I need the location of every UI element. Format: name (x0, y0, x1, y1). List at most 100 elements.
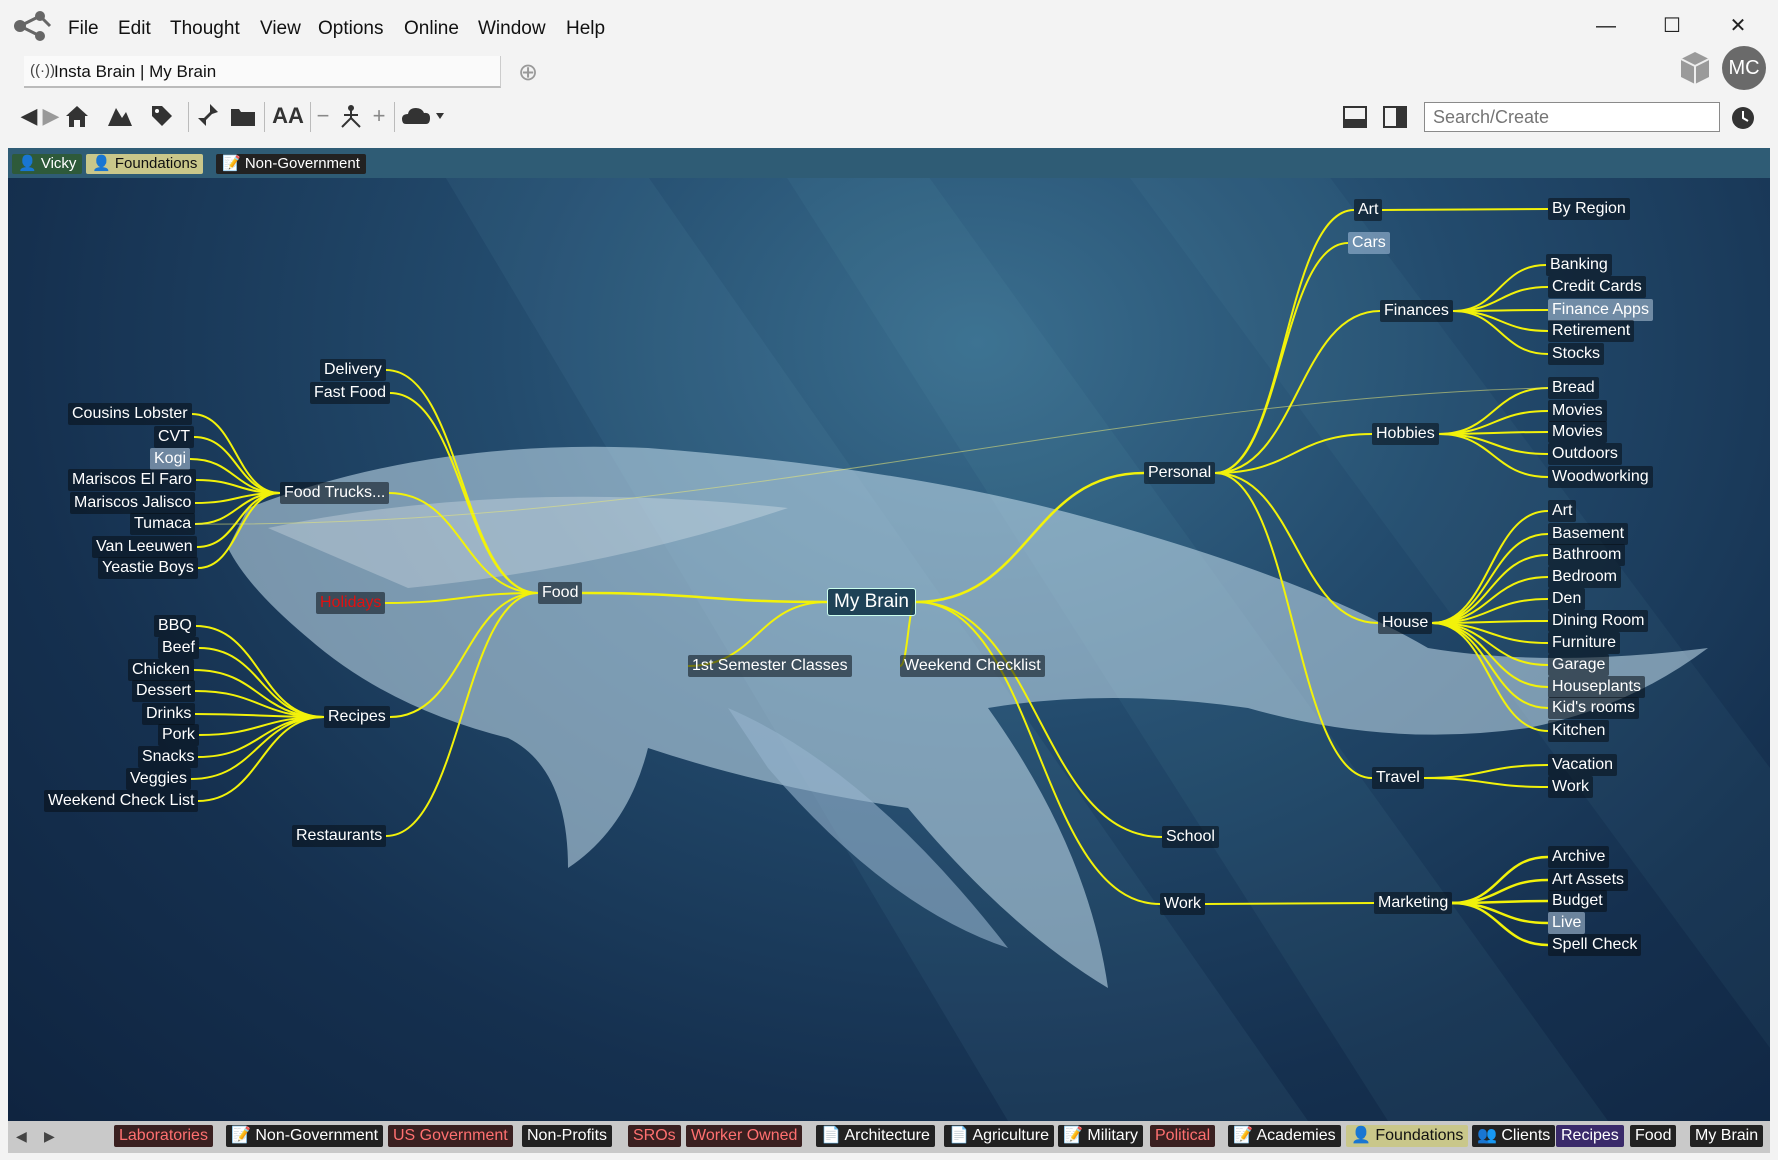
thought-movies[interactable]: Movies (1548, 400, 1607, 422)
thought-finances[interactable]: Finances (1380, 300, 1453, 322)
tag-foundations[interactable]: 👤 Foundations (1346, 1125, 1469, 1147)
layout-icon[interactable] (336, 100, 366, 132)
thought-retirement[interactable]: Retirement (1548, 320, 1635, 342)
thought-credit-cards[interactable]: Credit Cards (1548, 276, 1646, 298)
tag-recipes[interactable]: Recipes (1556, 1125, 1624, 1147)
thought-school[interactable]: School (1162, 826, 1219, 848)
close-button[interactable]: ✕ (1720, 12, 1756, 40)
thought-furniture[interactable]: Furniture (1548, 632, 1621, 654)
tag-non-profits[interactable]: Non-Profits (522, 1125, 613, 1147)
thought-snacks[interactable]: Snacks (138, 746, 199, 768)
thought-recipes[interactable]: Recipes (324, 706, 390, 728)
home-icon[interactable] (62, 100, 92, 132)
thought-travel-work[interactable]: Work (1548, 776, 1594, 798)
search-input[interactable] (1424, 102, 1720, 132)
thought-yeastie-boys[interactable]: Yeastie Boys (98, 557, 198, 579)
thought-banking[interactable]: Banking (1546, 254, 1612, 276)
tab-my-brain[interactable]: ((·)) Insta Brain | My Brain (24, 56, 501, 88)
scroll-left-icon[interactable]: ◀ (16, 1128, 27, 1145)
types-icon[interactable] (104, 100, 134, 132)
thought-live[interactable]: Live (1548, 912, 1586, 934)
font-size-icon[interactable]: AA (270, 100, 306, 132)
pin-non-government[interactable]: 📝 Non-Government (216, 154, 366, 174)
history-clock-icon[interactable] (1730, 105, 1756, 131)
thought-bread[interactable]: Bread (1548, 377, 1599, 399)
thought-dessert[interactable]: Dessert (132, 680, 196, 702)
thought-hobbies[interactable]: Hobbies (1372, 423, 1439, 445)
folder-icon[interactable] (228, 100, 258, 132)
thought-art-assets[interactable]: Art Assets (1548, 869, 1629, 891)
tag-icon[interactable] (146, 100, 176, 132)
tag-political[interactable]: Political (1150, 1125, 1216, 1147)
thought-van-leeuwen[interactable]: Van Leeuwen (92, 536, 197, 558)
tag-us-government[interactable]: US Government (388, 1125, 513, 1147)
thought-houseplants[interactable]: Houseplants (1548, 676, 1645, 698)
thought-travel[interactable]: Travel (1372, 767, 1424, 789)
thought-tumaca[interactable]: Tumaca (130, 513, 196, 535)
tag-agriculture[interactable]: 📄 Agriculture (944, 1125, 1054, 1147)
plex-canvas[interactable]: My Brain Food Delivery Fast Food Food Tr… (8, 148, 1770, 1121)
thought-fast-food[interactable]: Fast Food (310, 382, 391, 404)
thought-chicken[interactable]: Chicken (128, 659, 194, 681)
thought-veggies[interactable]: Veggies (126, 768, 191, 790)
cube-icon[interactable] (1675, 48, 1715, 88)
side-panel-icon[interactable] (1382, 104, 1408, 130)
menu-thought[interactable]: Thought (170, 18, 240, 40)
thought-bathroom[interactable]: Bathroom (1548, 544, 1626, 566)
menu-options[interactable]: Options (318, 18, 383, 40)
thought-cousins-lobster[interactable]: Cousins Lobster (68, 403, 192, 425)
new-tab-icon[interactable]: ⊕ (518, 58, 538, 87)
thought-vacation[interactable]: Vacation (1548, 754, 1618, 776)
thought-cvt[interactable]: CVT (154, 426, 194, 448)
thought-work[interactable]: Work (1160, 893, 1206, 915)
zoom-out-icon[interactable]: − (310, 100, 336, 132)
tag-academies[interactable]: 📝 Academies (1228, 1125, 1341, 1147)
menu-edit[interactable]: Edit (118, 18, 151, 40)
tag-sros[interactable]: SROs (628, 1125, 681, 1147)
tag-clients[interactable]: 👥 Clients (1472, 1125, 1556, 1147)
thought-delivery[interactable]: Delivery (320, 359, 386, 381)
thought-kids-rooms[interactable]: Kid's rooms (1548, 697, 1640, 719)
thought-mariscos-el-faro[interactable]: Mariscos El Faro (68, 469, 197, 491)
cloud-icon[interactable] (400, 100, 446, 132)
thought-basement[interactable]: Basement (1548, 523, 1629, 545)
thought-drinks[interactable]: Drinks (142, 703, 196, 725)
thought-dining-room[interactable]: Dining Room (1548, 610, 1649, 632)
thought-weekend-checklist[interactable]: Weekend Checklist (900, 655, 1045, 677)
thought-pork[interactable]: Pork (158, 724, 199, 746)
tag-non-government[interactable]: 📝 Non-Government (226, 1125, 384, 1147)
tag-military[interactable]: 📝 Military (1058, 1125, 1144, 1147)
thought-outdoors[interactable]: Outdoors (1548, 443, 1622, 465)
pin-vicky[interactable]: 👤 Vicky (12, 154, 83, 174)
thought-garage[interactable]: Garage (1548, 654, 1610, 676)
minimize-button[interactable]: — (1588, 12, 1624, 40)
maximize-button[interactable]: ☐ (1654, 12, 1690, 40)
thought-archive[interactable]: Archive (1548, 846, 1610, 868)
thought-kogi[interactable]: Kogi (150, 448, 191, 470)
thought-beef[interactable]: Beef (158, 637, 199, 659)
thought-food[interactable]: Food (538, 582, 583, 604)
thought-holidays[interactable]: Holidays (316, 592, 386, 614)
thought-personal[interactable]: Personal (1144, 462, 1216, 484)
tag-my-brain[interactable]: My Brain (1690, 1125, 1764, 1147)
pin-icon[interactable] (192, 100, 222, 132)
thought-bedroom[interactable]: Bedroom (1548, 566, 1621, 588)
tag-worker-owned[interactable]: Worker Owned (686, 1125, 803, 1147)
tag-food[interactable]: Food (1630, 1125, 1677, 1147)
thought-restaurants[interactable]: Restaurants (292, 825, 387, 847)
pin-foundations[interactable]: 👤 Foundations (86, 154, 204, 174)
menu-window[interactable]: Window (478, 18, 546, 40)
app-logo-icon[interactable] (10, 8, 54, 44)
thought-cars[interactable]: Cars (1348, 232, 1390, 254)
tag-laboratories[interactable]: Laboratories (114, 1125, 213, 1147)
avatar[interactable]: MC (1722, 46, 1766, 90)
zoom-in-icon[interactable]: + (366, 100, 392, 132)
menu-file[interactable]: File (68, 18, 99, 40)
menu-help[interactable]: Help (566, 18, 605, 40)
thought-finance-apps[interactable]: Finance Apps (1548, 299, 1653, 321)
thought-house-art[interactable]: Art (1548, 500, 1577, 522)
thought-spell-check[interactable]: Spell Check (1548, 934, 1642, 956)
thought-budget[interactable]: Budget (1548, 890, 1607, 912)
thought-movies-2[interactable]: Movies (1548, 421, 1607, 443)
tag-architecture[interactable]: 📄 Architecture (816, 1125, 935, 1147)
